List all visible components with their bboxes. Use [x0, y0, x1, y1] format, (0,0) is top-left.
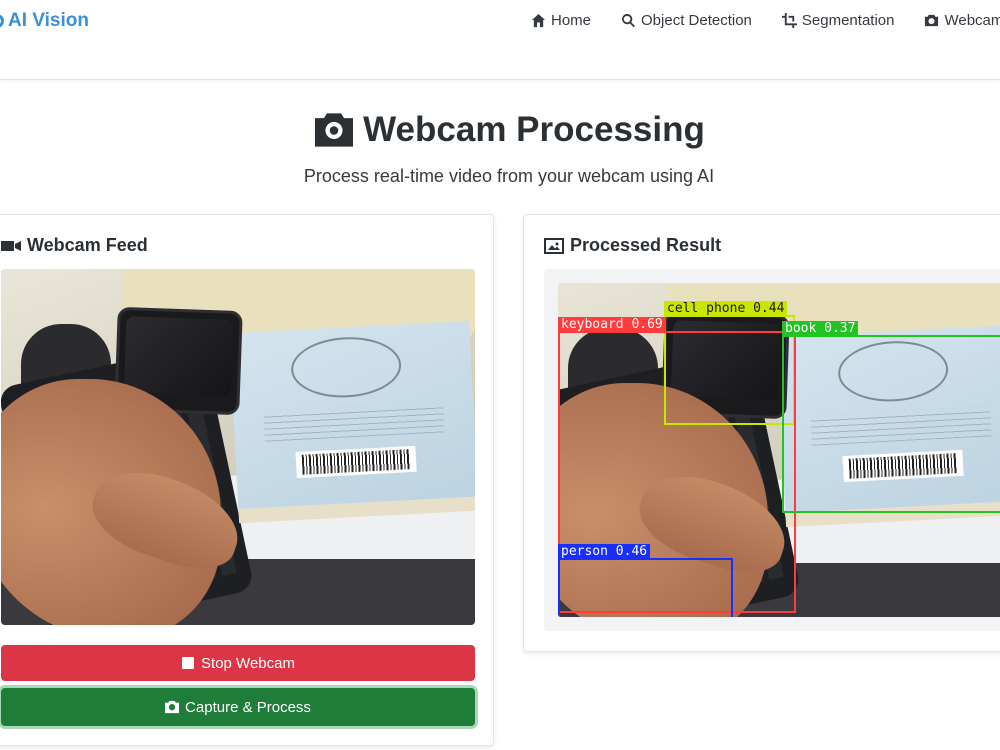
capture-process-label: Capture & Process: [185, 698, 311, 716]
nav-item-segmentation[interactable]: Segmentation: [781, 12, 895, 29]
nav-item-webcam[interactable]: Webcam: [924, 12, 1000, 29]
detection-box-person: person 0.46: [558, 544, 733, 617]
stop-webcam-button[interactable]: Stop Webcam: [1, 645, 475, 681]
processed-result-card: Processed Result cell phone 0.44 keyboar…: [523, 214, 1000, 652]
camera-icon: [925, 14, 939, 27]
nav-item-object-detection[interactable]: Object Detection: [621, 12, 752, 29]
processed-result-image: cell phone 0.44 keyboard 0.69 book 0.37 …: [558, 283, 1000, 617]
processed-result-frame: cell phone 0.44 keyboard 0.69 book 0.37 …: [544, 269, 1000, 631]
detection-label-cell-phone: cell phone 0.44: [664, 301, 788, 316]
capture-process-button[interactable]: Capture & Process: [1, 688, 475, 726]
nav-label-webcam: Webcam: [944, 12, 1000, 29]
processed-result-heading: Processed Result: [544, 235, 721, 256]
page-title-text: Webcam Processing: [363, 110, 705, 149]
detection-label-book: book 0.37: [782, 321, 859, 336]
page-subtitle: Process real-time video from your webcam…: [303, 166, 715, 186]
stop-webcam-label: Stop Webcam: [201, 654, 295, 672]
webcam-feed-title: Webcam Feed: [27, 235, 148, 255]
nav-links: Home Object Detection Segmentation Webca…: [531, 12, 1000, 29]
camera-icon: [165, 700, 180, 714]
nav-item-home[interactable]: Home: [531, 12, 591, 29]
page-title: Webcam Processing: [0, 110, 1000, 150]
stop-icon: [182, 657, 195, 669]
navbar: AI Vision Home Object Detection Segmenta…: [0, 0, 1000, 80]
image-icon: [544, 237, 564, 254]
webcam-frame-image: [1, 269, 475, 625]
search-icon: [622, 13, 635, 28]
video-camera-icon: [1, 240, 21, 251]
home-icon: [531, 13, 546, 28]
detection-label-keyboard: keyboard 0.69: [558, 317, 666, 332]
webcam-video: [1, 269, 475, 625]
brand-link[interactable]: AI Vision: [0, 10, 89, 32]
nav-label-segmentation: Segmentation: [801, 12, 895, 29]
crop-icon: [781, 13, 797, 28]
camera-icon: [315, 113, 354, 147]
nav-label-object-detection: Object Detection: [641, 12, 752, 29]
brand-logo-icon: [0, 14, 4, 28]
detection-label-person: person 0.46: [558, 544, 651, 559]
nav-label-home: Home: [551, 12, 592, 29]
webcam-feed-heading: Webcam Feed: [1, 235, 148, 256]
processed-result-title: Processed Result: [570, 235, 722, 255]
detection-box-book: book 0.37: [782, 321, 1000, 513]
brand-label: AI Vision: [8, 10, 89, 31]
webcam-feed-card: Webcam Feed Stop Webcam Capture & Proces…: [0, 214, 494, 746]
